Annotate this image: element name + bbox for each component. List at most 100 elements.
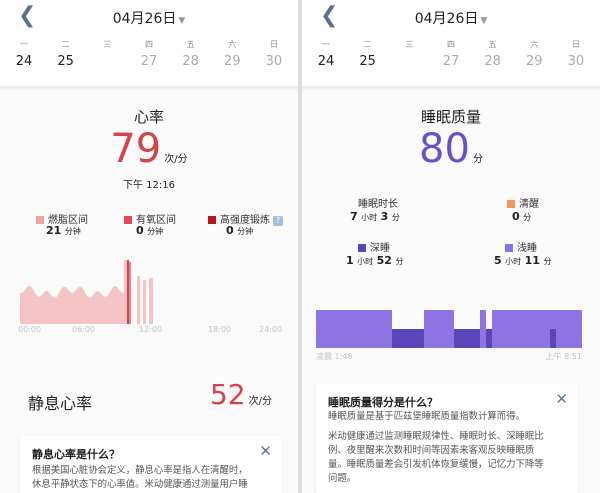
hr-spike [143, 280, 146, 324]
close-icon[interactable]: ✕ [555, 390, 568, 408]
hr-spike [149, 278, 153, 324]
card-text-line: 量。睡眠质量差会引发机体恢复缓慢，记忆力下降等 [328, 459, 544, 470]
card-text-line: 例、夜里醒来次数和时间等因素来客观反映睡眠质 [328, 445, 535, 456]
day-row: 24 25 26 27 28 29 30 [4, 52, 294, 74]
legend-swatch [505, 244, 513, 252]
resting-hr-value: 52 次/分 [209, 378, 272, 411]
sleep-quality-screen: ❮ 04月26日 ▼ 一 二 三 四 五 六 日 24 25 26 27 28 2… [302, 0, 600, 493]
day-29[interactable]: 29 [514, 52, 554, 74]
legend-awake: 清醒 [507, 195, 539, 210]
card-title: 睡眠质量得分是什么？ [328, 396, 438, 409]
weekday-label: 二 [61, 40, 70, 49]
weekday-label: 日 [571, 40, 580, 49]
hr-spike [129, 262, 131, 324]
sleep-length-value: 7 小时 3 分 [350, 210, 400, 223]
legend-swatch [358, 244, 366, 252]
light-sleep-segment [492, 310, 558, 348]
day-28[interactable]: 28 [473, 52, 513, 74]
weekday-label: 五 [186, 40, 195, 49]
x-tick: 06:00 [72, 325, 96, 334]
day-24[interactable]: 24 [4, 52, 44, 74]
day-29[interactable]: 29 [212, 52, 252, 74]
weekday-label: 三 [405, 40, 414, 49]
date-selector[interactable]: 04月26日 ▼ [0, 8, 298, 28]
resting-hr-info-card: 静息心率是什么？ ✕ 根据美国心脏协会定义，静息心率是指人在清醒时， 休息平静状… [20, 436, 282, 493]
deep-sleep-segment [550, 329, 556, 348]
x-tick: 12:00 [139, 325, 163, 334]
date-label: 04月26日 [112, 11, 177, 27]
legend-deep-sleep: 深睡 [358, 239, 390, 254]
deep-sleep-segment [392, 329, 424, 348]
sleep-stage-chart [316, 310, 582, 348]
high-intensity-value: 0 分钟 [226, 224, 254, 237]
sleep-length-label: 睡眠时长 [358, 199, 398, 210]
measure-time: 下午 12:16 [123, 180, 175, 191]
weekday-label: 一 [322, 40, 330, 49]
day-27[interactable]: 27 [431, 52, 471, 74]
date-selector[interactable]: 04月26日 ▼ [302, 8, 600, 28]
help-icon[interactable]: ? [273, 216, 283, 226]
weekday-row: 一 二 三 四 五 六 日 [306, 39, 596, 51]
hr-area [20, 285, 124, 324]
day-25[interactable]: 25 [46, 52, 86, 74]
day-28[interactable]: 28 [171, 52, 211, 74]
day-30[interactable]: 30 [254, 52, 294, 74]
day-25[interactable]: 25 [348, 52, 388, 74]
date-header: ❮ 04月26日 ▼ 一 二 三 四 五 六 日 24 25 26 27 28 2… [0, 0, 298, 86]
x-tick: 24:00 [259, 325, 283, 334]
fat-burn-value: 21 分钟 [46, 224, 81, 237]
awake-value: 0 分 [512, 210, 532, 223]
x-tick: 18:00 [208, 325, 232, 334]
card-text-line: 休息平静状态下的心率值。米动健康通过测量用户睡 [32, 479, 248, 490]
day-row: 24 25 26 27 28 29 30 [306, 52, 596, 74]
day-24[interactable]: 24 [306, 52, 346, 74]
date-label: 04月26日 [414, 11, 479, 27]
weekday-label: 四 [446, 40, 455, 49]
close-icon[interactable]: ✕ [259, 442, 272, 460]
light-sleep-segment [316, 310, 392, 348]
light-sleep-segment [424, 310, 454, 348]
sleep-quality-info-card: 睡眠质量得分是什么？ ✕ 睡眠质量是基于匹兹堡睡眠质量指数计算而得。 米动健康通… [316, 384, 578, 493]
deep-sleep-value: 1 小时 52 分 [346, 254, 404, 267]
deep-sleep-segment [454, 329, 480, 348]
deep-sleep-segment [486, 329, 492, 348]
card-text-line: 睡眠质量是基于匹兹堡睡眠质量指数计算而得。 [328, 411, 525, 422]
heart-rate-screen: ❮ 04月26日 ▼ 一 二 三 四 五 六 日 24 25 26 27 28 2… [0, 0, 298, 493]
card-title: 静息心率是什么？ [32, 448, 120, 461]
legend-swatch [208, 216, 216, 224]
day-27[interactable]: 27 [129, 52, 169, 74]
card-text-line: 问题。 [328, 473, 357, 484]
weekday-row: 一 二 三 四 五 六 日 [4, 39, 294, 51]
light-sleep-segment [556, 310, 582, 348]
resting-hr-label: 静息心率 [28, 394, 93, 413]
weekday-label: 二 [363, 40, 372, 49]
hr-highlight [127, 260, 129, 324]
sleep-end-label: 上午 8:51 [545, 352, 582, 361]
weekday-label: 日 [269, 40, 278, 49]
sleep-score-value: 80 分 [419, 126, 483, 172]
legend-swatch [36, 216, 44, 224]
day-26-selected[interactable]: 26 [389, 52, 429, 74]
legend-light-sleep: 浅睡 [505, 239, 537, 254]
chevron-down-icon: ▼ [480, 16, 488, 26]
light-sleep-value: 5 小时 11 分 [494, 254, 552, 267]
legend-swatch [124, 216, 132, 224]
weekday-label: 五 [488, 40, 497, 49]
aerobic-value: 0 分钟 [136, 224, 164, 237]
weekday-label: 三 [103, 40, 112, 49]
weekday-label: 一 [20, 40, 28, 49]
day-26-selected[interactable]: 26 [87, 52, 127, 74]
sleep-start-label: 凌晨 1:48 [316, 352, 353, 361]
card-text-line: 根据美国心脏协会定义，静息心率是指人在清醒时， [32, 465, 248, 476]
light-sleep-segment [480, 310, 486, 348]
legend-swatch [507, 200, 515, 208]
card-text-line: 米动健康通过监测睡眠规律性、睡眠时长、深睡眠比 [328, 431, 544, 442]
weekday-label: 六 [530, 40, 539, 49]
date-header: ❮ 04月26日 ▼ 一 二 三 四 五 六 日 24 25 26 27 28 2… [302, 0, 600, 86]
day-30[interactable]: 30 [556, 52, 596, 74]
x-tick: 00:00 [18, 325, 42, 334]
chevron-down-icon: ▼ [178, 16, 186, 26]
heart-rate-value: 79 次/分 [110, 126, 188, 172]
hr-spike [137, 276, 140, 324]
weekday-label: 四 [144, 40, 153, 49]
